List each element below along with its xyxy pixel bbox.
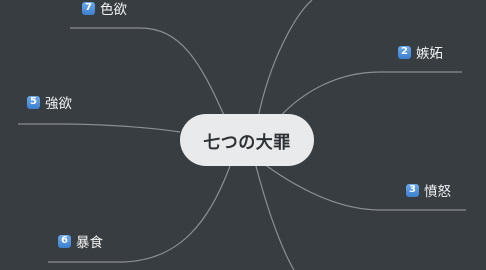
central-topic-label: 七つの大罪 [203,132,291,153]
topic-label: 暴食 [76,235,103,251]
topic-label: 憤怒 [424,184,451,200]
topic-greed[interactable]: 5 強欲 [27,92,72,112]
topic-gluttony[interactable]: 6 暴食 [58,231,103,251]
topic-wrath[interactable]: 3 憤怒 [406,180,451,200]
topic-label: 強欲 [45,96,72,112]
mindmap-canvas: 七つの大罪 7 色欲 2 嫉妬 5 強欲 3 憤怒 6 暴食 [0,0,486,270]
central-topic[interactable]: 七つの大罪 [180,114,314,166]
topic-label: 色欲 [100,2,127,18]
branch-line-top [257,0,313,119]
number-badge-icon: 7 [82,1,95,15]
topic-label: 嫉妬 [416,46,443,62]
branch-line-7 [70,27,227,121]
branch-line-bottom [255,165,295,270]
number-badge-icon: 3 [406,183,419,197]
topic-envy[interactable]: 2 嫉妬 [398,42,443,62]
number-badge-icon: 5 [27,95,40,109]
number-badge-icon: 2 [398,45,411,59]
topic-lust[interactable]: 7 色欲 [82,0,127,18]
branch-line-5 [18,123,181,133]
number-badge-icon: 6 [58,234,71,248]
